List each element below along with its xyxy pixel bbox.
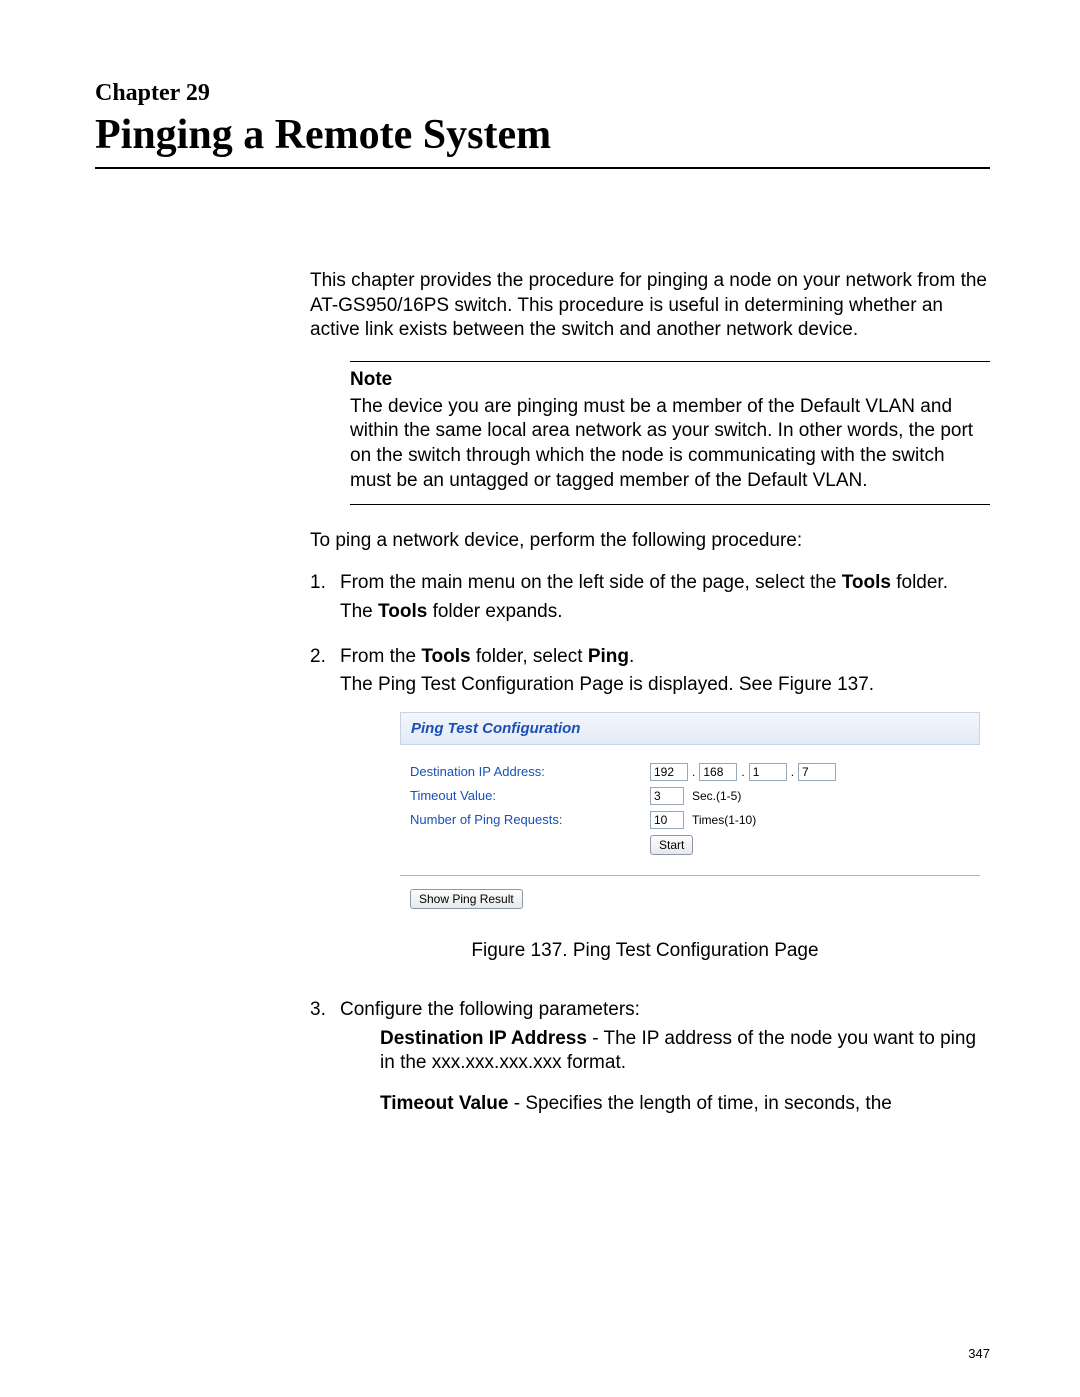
chapter-title: Pinging a Remote System: [95, 111, 990, 159]
param-destination-ip: Destination IP Address - The IP address …: [380, 1027, 990, 1076]
step-number: 3.: [310, 998, 340, 1133]
list-item: 3. Configure the following parameters: D…: [310, 998, 990, 1133]
bold-text: Tools: [421, 646, 470, 667]
list-item: 1. From the main menu on the left side o…: [310, 571, 990, 628]
text: Configure the following parameters:: [340, 998, 990, 1023]
procedure-list: 1. From the main menu on the left side o…: [310, 571, 990, 1132]
show-ping-result-button[interactable]: Show Ping Result: [410, 889, 523, 909]
step-number: 1.: [310, 571, 340, 628]
list-item: 2. From the Tools folder, select Ping. T…: [310, 645, 990, 982]
step-body: From the Tools folder, select Ping. The …: [340, 645, 990, 982]
procedure-intro: To ping a network device, perform the fo…: [310, 529, 990, 554]
text: folder, select: [471, 646, 588, 667]
param-label: Destination IP Address: [380, 1028, 587, 1049]
text: From the: [340, 646, 421, 667]
body-column: This chapter provides the procedure for …: [310, 269, 990, 1133]
label-timeout: Timeout Value:: [410, 788, 650, 805]
bold-text: Tools: [842, 572, 891, 593]
param-text: - Specifies the length of time, in secon…: [508, 1093, 891, 1114]
ping-requests-input[interactable]: [650, 811, 684, 829]
bold-text: Tools: [378, 601, 427, 622]
note-body: The device you are pinging must be a mem…: [350, 395, 990, 494]
row-show-result: Show Ping Result: [400, 886, 980, 917]
ip-dot: .: [741, 765, 744, 781]
timeout-input[interactable]: [650, 787, 684, 805]
text: The Ping Test Configuration Page is disp…: [340, 673, 990, 698]
step-body: From the main menu on the left side of t…: [340, 571, 990, 628]
parameter-descriptions: Destination IP Address - The IP address …: [380, 1027, 990, 1117]
figure-divider: [400, 875, 980, 876]
ip-octet-2-input[interactable]: [699, 763, 737, 781]
label-ping-requests: Number of Ping Requests:: [410, 812, 650, 829]
ip-input-group: . . .: [650, 763, 836, 781]
ip-octet-3-input[interactable]: [749, 763, 787, 781]
ip-dot: .: [692, 765, 695, 781]
text: .: [629, 646, 634, 667]
start-button[interactable]: Start: [650, 835, 693, 855]
chapter-label: Chapter 29: [95, 80, 990, 107]
step-number: 2.: [310, 645, 340, 982]
param-label: Timeout Value: [380, 1093, 508, 1114]
figure-header: Ping Test Configuration: [400, 712, 980, 746]
figure-body: Destination IP Address: . . .: [400, 745, 980, 865]
intro-paragraph: This chapter provides the procedure for …: [310, 269, 990, 343]
ip-octet-1-input[interactable]: [650, 763, 688, 781]
note-box: Note The device you are pinging must be …: [350, 361, 990, 504]
ip-dot: .: [791, 765, 794, 781]
title-rule: [95, 167, 990, 169]
timeout-unit: Sec.(1-5): [692, 789, 741, 805]
bold-text: Ping: [588, 646, 629, 667]
page-number: 347: [968, 1346, 990, 1361]
requests-unit: Times(1-10): [692, 813, 756, 829]
ping-config-figure: Ping Test Configuration Destination IP A…: [400, 712, 980, 917]
note-title: Note: [350, 368, 990, 393]
row-destination-ip: Destination IP Address: . . .: [410, 763, 970, 781]
figure-caption: Figure 137. Ping Test Configuration Page: [300, 939, 990, 964]
text: folder expands.: [427, 601, 562, 622]
document-page: Chapter 29 Pinging a Remote System This …: [0, 0, 1080, 1397]
row-ping-requests: Number of Ping Requests: Times(1-10): [410, 811, 970, 829]
text: The: [340, 601, 378, 622]
param-timeout: Timeout Value - Specifies the length of …: [380, 1092, 990, 1117]
row-start: Start: [410, 835, 970, 855]
ip-octet-4-input[interactable]: [798, 763, 836, 781]
step-body: Configure the following parameters: Dest…: [340, 998, 990, 1133]
label-destination-ip: Destination IP Address:: [410, 764, 650, 781]
text: From the main menu on the left side of t…: [340, 572, 842, 593]
row-timeout: Timeout Value: Sec.(1-5): [410, 787, 970, 805]
text: folder.: [891, 572, 948, 593]
